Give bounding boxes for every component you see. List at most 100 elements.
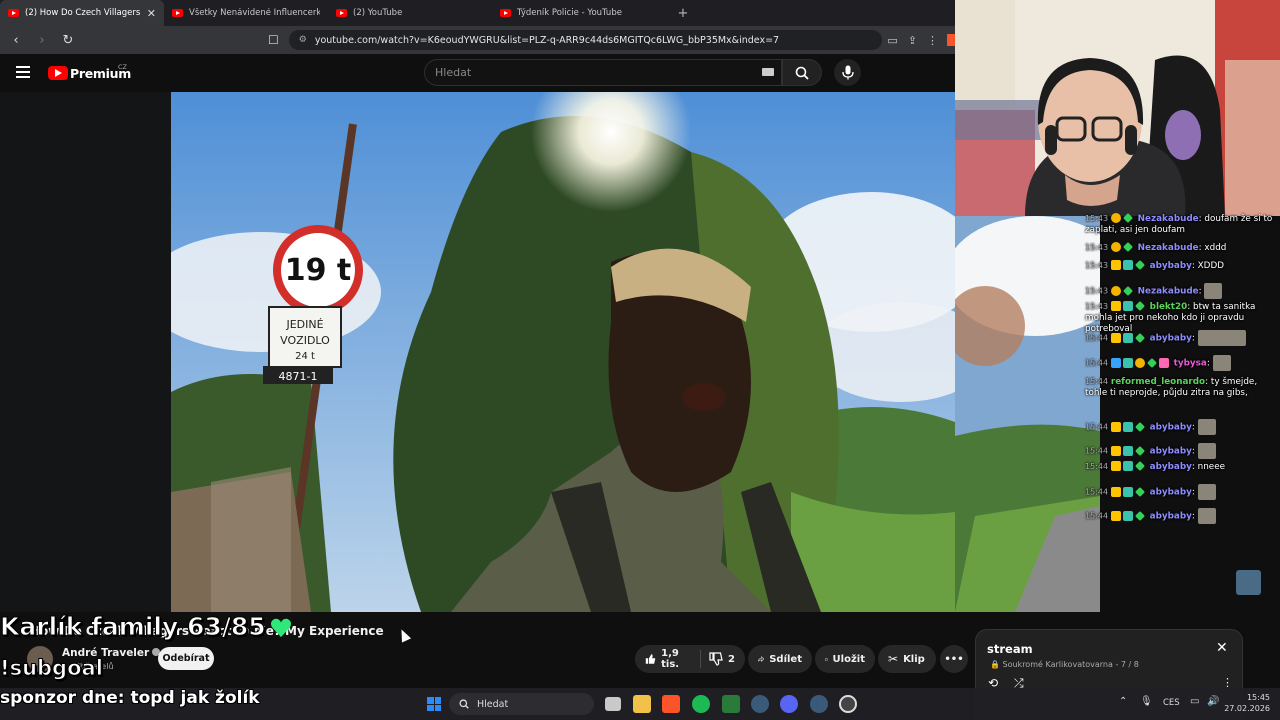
obs-icon[interactable] bbox=[839, 695, 857, 713]
badge-icon bbox=[1146, 357, 1157, 368]
chat-username[interactable]: abybaby bbox=[1150, 334, 1192, 344]
video-player[interactable]: 19 t JEDINÉ VOZIDLO 24 t 4871-1 bbox=[171, 92, 955, 612]
thumbs-up-icon bbox=[645, 654, 656, 664]
task-view-icon[interactable] bbox=[605, 697, 621, 711]
chat-timestamp: 15:43 bbox=[1085, 286, 1109, 296]
chat-username[interactable]: Nezakabude bbox=[1138, 243, 1199, 253]
dislike-button[interactable]: 2 bbox=[709, 652, 735, 666]
chat-username[interactable]: abybaby bbox=[1150, 462, 1192, 472]
divider bbox=[700, 650, 702, 668]
chat-username[interactable]: blekt20 bbox=[1150, 302, 1188, 312]
tab-title: Všetky Nenávidené Influencerky Ktor bbox=[189, 8, 320, 18]
badge-icon bbox=[1134, 445, 1145, 456]
language-indicator[interactable]: CES bbox=[1163, 698, 1180, 708]
browser-tab[interactable]: Všetky Nenávidené Influencerky Ktor bbox=[164, 0, 328, 26]
subscribe-button[interactable]: Odebírat bbox=[158, 647, 214, 670]
chat-username[interactable]: abybaby bbox=[1150, 423, 1192, 433]
app-icon[interactable] bbox=[751, 695, 769, 713]
badge-icon bbox=[1122, 486, 1133, 497]
search-button[interactable] bbox=[782, 59, 822, 86]
app-icon[interactable] bbox=[722, 695, 740, 713]
subgoal-overlay: !subgoal bbox=[0, 656, 103, 681]
new-tab-button[interactable]: + bbox=[670, 0, 696, 26]
url-text: youtube.com/watch?v=K6eoudYWGRU&list=PLZ… bbox=[314, 34, 780, 46]
chat-username[interactable]: reformed_leonardo bbox=[1111, 377, 1205, 387]
like-dislike-group: 1,9 tis. 2 bbox=[635, 645, 745, 673]
page-menu-icon[interactable]: ⋮ bbox=[927, 34, 938, 47]
thumbs-down-icon bbox=[709, 652, 723, 666]
volume-icon[interactable]: 🔊 bbox=[1207, 696, 1219, 707]
badge-icon bbox=[1134, 421, 1145, 432]
cast-icon[interactable]: ▭ bbox=[887, 34, 897, 47]
playlist-privacy: Soukromé bbox=[1002, 660, 1043, 669]
badge-icon bbox=[1122, 242, 1133, 252]
badge-icon bbox=[1110, 486, 1121, 497]
windows-start-icon[interactable] bbox=[427, 697, 441, 711]
chat-message: 15:44 abybaby: bbox=[1085, 330, 1280, 346]
goal-text: Karlík family 63/85 bbox=[0, 612, 266, 642]
chat-username[interactable]: Nezakabude bbox=[1138, 287, 1199, 297]
chat-emote-icon bbox=[1212, 355, 1231, 371]
clock-date: 27.02.2026 bbox=[1224, 703, 1270, 713]
back-icon[interactable]: ‹ bbox=[6, 33, 26, 48]
chat-text: XDDD bbox=[1197, 261, 1225, 271]
voice-search-button[interactable] bbox=[834, 59, 861, 86]
save-button[interactable]: Uložit bbox=[815, 645, 875, 673]
brave-icon[interactable] bbox=[662, 695, 680, 713]
menu-icon[interactable] bbox=[16, 66, 30, 78]
microphone-icon[interactable]: 🎙 bbox=[1140, 696, 1153, 707]
close-tab-icon[interactable]: ✕ bbox=[147, 7, 156, 20]
chat-username[interactable]: abybaby bbox=[1150, 261, 1192, 271]
chat-message: 15:44 abybaby: bbox=[1085, 443, 1280, 459]
clock[interactable]: 15:45 27.02.2026 bbox=[1222, 693, 1270, 715]
badge-icon bbox=[1134, 461, 1145, 471]
browser-tab[interactable]: (2) YouTube bbox=[328, 0, 492, 26]
like-button[interactable]: 1,9 tis. bbox=[645, 648, 692, 670]
chat-username[interactable]: Nezakabude bbox=[1138, 214, 1199, 224]
more-actions-button[interactable]: ••• bbox=[940, 645, 968, 673]
badge-icon bbox=[1110, 301, 1121, 311]
playlist-position: 7 / 8 bbox=[1120, 660, 1139, 669]
chat-emote-icon bbox=[1197, 484, 1216, 500]
browser-tab-active[interactable]: (2) How Do Czech Villagers Reac ✕ bbox=[0, 0, 164, 26]
chat-username[interactable]: tybysa bbox=[1174, 359, 1207, 369]
file-explorer-icon[interactable] bbox=[633, 695, 651, 713]
reload-icon[interactable]: ↻ bbox=[58, 33, 78, 48]
chat-text: xddd bbox=[1204, 243, 1227, 253]
chat-message: 15:43 Nezakabude: bbox=[1085, 283, 1280, 299]
chat-timestamp: 15:44 bbox=[1085, 462, 1109, 471]
bookmark-icon[interactable]: ☐ bbox=[268, 33, 279, 47]
network-icon[interactable]: ▭ bbox=[1190, 696, 1199, 707]
badge-icon bbox=[1122, 461, 1133, 471]
chat-username[interactable]: abybaby bbox=[1150, 447, 1192, 457]
browser-toolbar: ‹ › ↻ ☐ ⚙ youtube.com/watch?v=K6eoudYWGR… bbox=[0, 26, 955, 54]
app-icon[interactable] bbox=[810, 695, 828, 713]
spotify-icon[interactable] bbox=[692, 695, 710, 713]
chat-username[interactable]: abybaby bbox=[1150, 488, 1192, 498]
clip-button[interactable]: ✂ Klip bbox=[878, 645, 936, 673]
chat-bot-avatar bbox=[1236, 570, 1261, 595]
address-bar[interactable]: ⚙ youtube.com/watch?v=K6eoudYWGRU&list=P… bbox=[288, 30, 883, 50]
forward-icon[interactable]: › bbox=[32, 33, 52, 48]
chat-username[interactable]: abybaby bbox=[1150, 512, 1192, 522]
search-input[interactable]: Hledat bbox=[424, 59, 782, 86]
share-button[interactable]: Sdílet bbox=[748, 645, 812, 673]
country-code: CZ bbox=[118, 63, 127, 71]
close-icon[interactable]: ✕ bbox=[1216, 640, 1228, 656]
playlist-title[interactable]: stream bbox=[987, 642, 1033, 656]
like-count: 1,9 tis. bbox=[661, 648, 680, 670]
site-info-icon[interactable]: ⚙ bbox=[299, 35, 307, 45]
discord-icon[interactable] bbox=[780, 695, 798, 713]
tab-title: (2) YouTube bbox=[353, 8, 403, 18]
badge-icon bbox=[1110, 260, 1121, 270]
youtube-logo-icon[interactable] bbox=[48, 66, 68, 80]
chevron-up-icon[interactable]: ⌃ bbox=[1119, 696, 1127, 707]
share-page-icon[interactable]: ⇪ bbox=[908, 34, 917, 47]
playlist-owner[interactable]: Karlikovatovarna bbox=[1045, 660, 1112, 669]
brave-shield-icon[interactable] bbox=[947, 34, 955, 46]
browser-tab[interactable]: Týdeník Policie - YouTube bbox=[492, 0, 656, 26]
taskbar-search[interactable]: Hledat bbox=[449, 693, 594, 715]
keyboard-icon[interactable] bbox=[762, 68, 774, 76]
chat-message: 15:44 reformed_leonardo: ty šmejde, tohl… bbox=[1085, 377, 1258, 398]
chat-timestamp: 15:43 bbox=[1085, 261, 1109, 270]
